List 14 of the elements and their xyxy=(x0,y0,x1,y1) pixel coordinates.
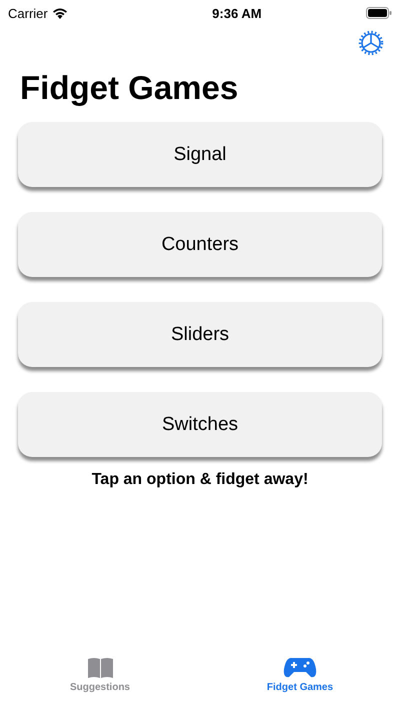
gamepad-icon xyxy=(283,657,317,679)
option-button[interactable]: Sliders xyxy=(18,302,382,367)
instruction-text: Tap an option & fidget away! xyxy=(92,471,308,489)
option-button[interactable]: Switches xyxy=(18,392,382,457)
tab-item[interactable]: Fidget Games xyxy=(200,657,400,705)
settings-icon[interactable] xyxy=(358,30,384,56)
carrier-label: Carrier xyxy=(8,6,48,20)
option-button[interactable]: Counters xyxy=(18,212,382,277)
wifi-icon xyxy=(52,7,68,19)
battery-icon xyxy=(366,7,392,19)
page-title: Fidget Games xyxy=(20,68,240,108)
option-button[interactable]: Signal xyxy=(18,122,382,187)
clock: 9:36 AM xyxy=(212,6,262,20)
book-icon xyxy=(86,657,114,679)
